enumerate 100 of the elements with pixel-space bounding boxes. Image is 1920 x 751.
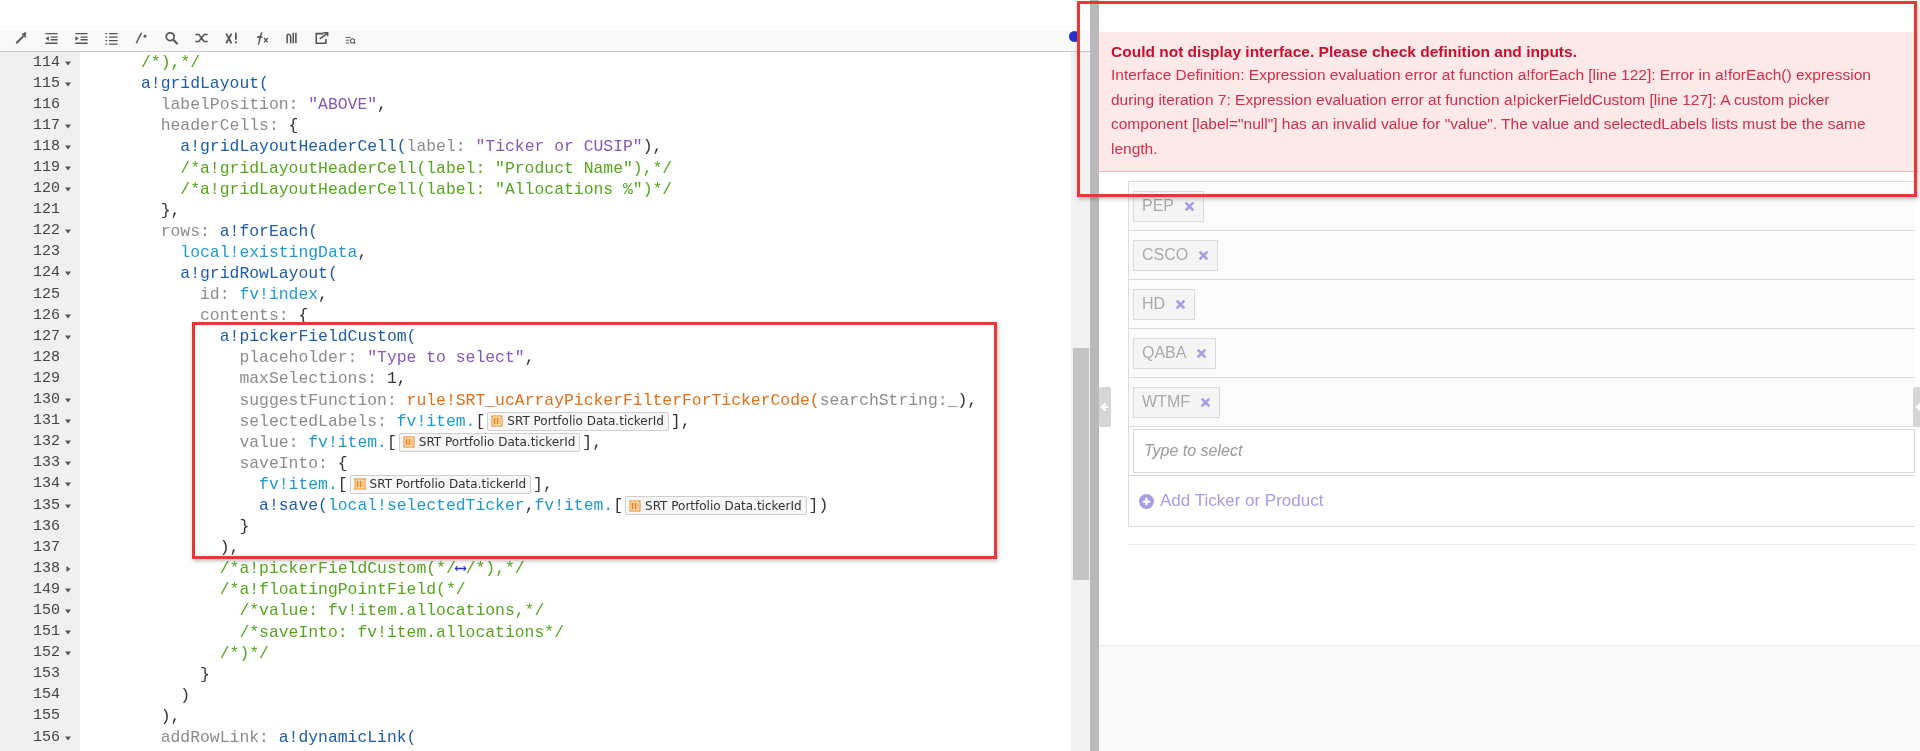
code-text: ], bbox=[582, 432, 602, 452]
indent-icon[interactable] bbox=[74, 31, 89, 45]
find-icon[interactable] bbox=[344, 34, 357, 45]
code-text: rows: a!forEach( bbox=[159, 221, 319, 241]
shuffle-icon[interactable] bbox=[194, 31, 209, 45]
code-text: /*),*/ bbox=[140, 53, 201, 73]
line-number: 119 bbox=[33, 159, 60, 177]
code-text: /*saveInto: fv!item.allocations*/ bbox=[238, 622, 564, 642]
line-number: 155 bbox=[33, 707, 60, 726]
line-number: 116 bbox=[33, 95, 60, 114]
table-icon bbox=[402, 436, 415, 449]
info-icon[interactable] bbox=[1069, 31, 1080, 42]
code-text: ]) bbox=[808, 496, 829, 515]
code-text: headerCells: { bbox=[159, 116, 299, 136]
code-text: /*a!pickerFieldCustom(*/⟷/*),*/ bbox=[218, 559, 525, 579]
code-text: selectedLabels: fv!item.[ bbox=[238, 411, 486, 431]
tag-label: QABA bbox=[1142, 344, 1187, 362]
record-name: SRT Portfolio Data.tickerId bbox=[418, 435, 576, 450]
fold-arrow-icon[interactable] bbox=[64, 480, 72, 489]
line-number: 123 bbox=[33, 243, 60, 262]
line-number: 120 bbox=[33, 180, 60, 199]
line-number: 152 bbox=[33, 644, 60, 663]
comment-icon[interactable] bbox=[134, 31, 149, 45]
code-text: a!gridRowLayout( bbox=[179, 264, 338, 283]
fold-arrow-icon[interactable] bbox=[64, 185, 72, 194]
code-text: /*a!gridLayoutHeaderCell(label: "Product Name"),*/ bbox=[179, 158, 673, 178]
fold-arrow-icon[interactable] bbox=[64, 164, 72, 172]
line-number: 136 bbox=[33, 517, 60, 536]
tag-label: WTMF bbox=[1142, 393, 1190, 411]
fold-arrow-icon[interactable] bbox=[64, 269, 72, 278]
wand-icon[interactable] bbox=[14, 31, 29, 45]
line-number: 124 bbox=[33, 264, 60, 283]
table-icon bbox=[491, 415, 504, 428]
record-name: SRT Portfolio Data.tickerId bbox=[645, 498, 802, 513]
plus-circle-icon bbox=[1139, 493, 1154, 509]
code-text: /*value: fv!item.allocations,*/ bbox=[238, 601, 545, 621]
line-number: 149 bbox=[33, 580, 60, 599]
record-name: SRT Portfolio Data.tickerId bbox=[507, 414, 664, 429]
code-text: /*)*/ bbox=[218, 643, 269, 663]
code-text: } bbox=[199, 664, 210, 684]
fold-arrow-icon[interactable] bbox=[64, 649, 72, 658]
line-number: 121 bbox=[33, 201, 60, 220]
code-text: value: fv!item.[ bbox=[238, 432, 397, 452]
code-text: a!pickerFieldCustom( bbox=[218, 327, 417, 347]
line-number: 127 bbox=[33, 327, 60, 346]
tag-label: PEP bbox=[1142, 197, 1174, 215]
scrollbar[interactable] bbox=[1071, 52, 1090, 751]
error-title: Could not display interface. Please check definition and inputs. bbox=[1111, 42, 1578, 62]
line-number: 115 bbox=[33, 74, 60, 93]
line-number: 156 bbox=[33, 728, 60, 747]
code-text: a!save(local!selectedTicker,fv!item.[ bbox=[258, 496, 624, 515]
code-text: labelPosition: "ABOVE", bbox=[159, 95, 387, 115]
export-icon[interactable] bbox=[314, 31, 329, 45]
line-number: 153 bbox=[33, 665, 60, 684]
code-text: a!gridLayoutHeaderCell(label: "Ticker or CUSIP"), bbox=[179, 137, 663, 157]
error-message: Interface Definition: Expression evaluation error at function a!forEach [line 122]: Error in a!forEach() expression during iteration 7: Expression evaluation error at function a!pickerFieldCustom [line 127]: A custom picker component [label="null"] has an invalid value for "value". The value and selectedLabels lists must be the same length. bbox=[1111, 65, 1872, 159]
fold-arrow-icon[interactable] bbox=[64, 459, 72, 468]
code-text: ) bbox=[179, 685, 191, 705]
line-number: 122 bbox=[33, 222, 60, 241]
list-icon[interactable] bbox=[104, 31, 119, 45]
code-text: addRowLink: a!dynamicLink( bbox=[159, 728, 417, 748]
code-text: } bbox=[238, 517, 250, 537]
code-text: /*a!gridLayoutHeaderCell(label: "Allocations %")*/ bbox=[179, 179, 673, 199]
code-text: }, bbox=[159, 200, 181, 220]
fold-arrow-icon[interactable] bbox=[64, 628, 72, 637]
fold-arrow-icon[interactable] bbox=[64, 438, 72, 447]
line-number: 133 bbox=[33, 454, 60, 473]
table-icon bbox=[629, 499, 642, 512]
line-number: 114 bbox=[33, 53, 60, 72]
code-text: placeholder: "Type to select", bbox=[238, 348, 535, 368]
line-number: 131 bbox=[33, 412, 60, 431]
add-row-link[interactable]: Add Ticker or Product bbox=[1139, 491, 1324, 511]
search-icon[interactable] bbox=[164, 31, 179, 45]
function-icon[interactable] bbox=[224, 31, 239, 45]
fold-arrow-icon[interactable] bbox=[64, 607, 72, 615]
picker-field[interactable]: Type to select bbox=[1133, 429, 1915, 473]
line-number: 118 bbox=[33, 137, 60, 156]
fold-arrow-icon[interactable] bbox=[64, 396, 72, 405]
tag-label: CSCO bbox=[1142, 246, 1189, 264]
line-number: 126 bbox=[33, 306, 60, 325]
fold-arrow-icon[interactable] bbox=[64, 564, 72, 573]
scrollbar-thumb[interactable] bbox=[1073, 348, 1089, 580]
code-text: suggestFunction: rule!SRT_ucArrayPickerFilterForTickerCode(searchString:_), bbox=[238, 390, 978, 410]
code-text: saveInto: { bbox=[238, 453, 348, 473]
line-number: 154 bbox=[33, 686, 60, 705]
line-number: 135 bbox=[33, 496, 60, 515]
line-number: 132 bbox=[33, 433, 60, 452]
code-text: ], bbox=[670, 411, 691, 431]
formula-icon[interactable] bbox=[254, 31, 269, 45]
line-number: 134 bbox=[33, 475, 60, 494]
code-text: ], bbox=[533, 474, 553, 494]
fold-arrow-icon[interactable] bbox=[64, 417, 72, 426]
outdent-icon[interactable] bbox=[44, 31, 59, 45]
code-text: id: fv!index, bbox=[199, 285, 328, 305]
line-number: 151 bbox=[33, 623, 60, 642]
fold-arrow-icon[interactable] bbox=[64, 227, 72, 236]
code-text: a!gridLayout( bbox=[140, 74, 269, 94]
line-number: 125 bbox=[33, 285, 60, 304]
line-number: 137 bbox=[33, 538, 60, 557]
code-text: maxSelections: 1, bbox=[238, 369, 407, 389]
